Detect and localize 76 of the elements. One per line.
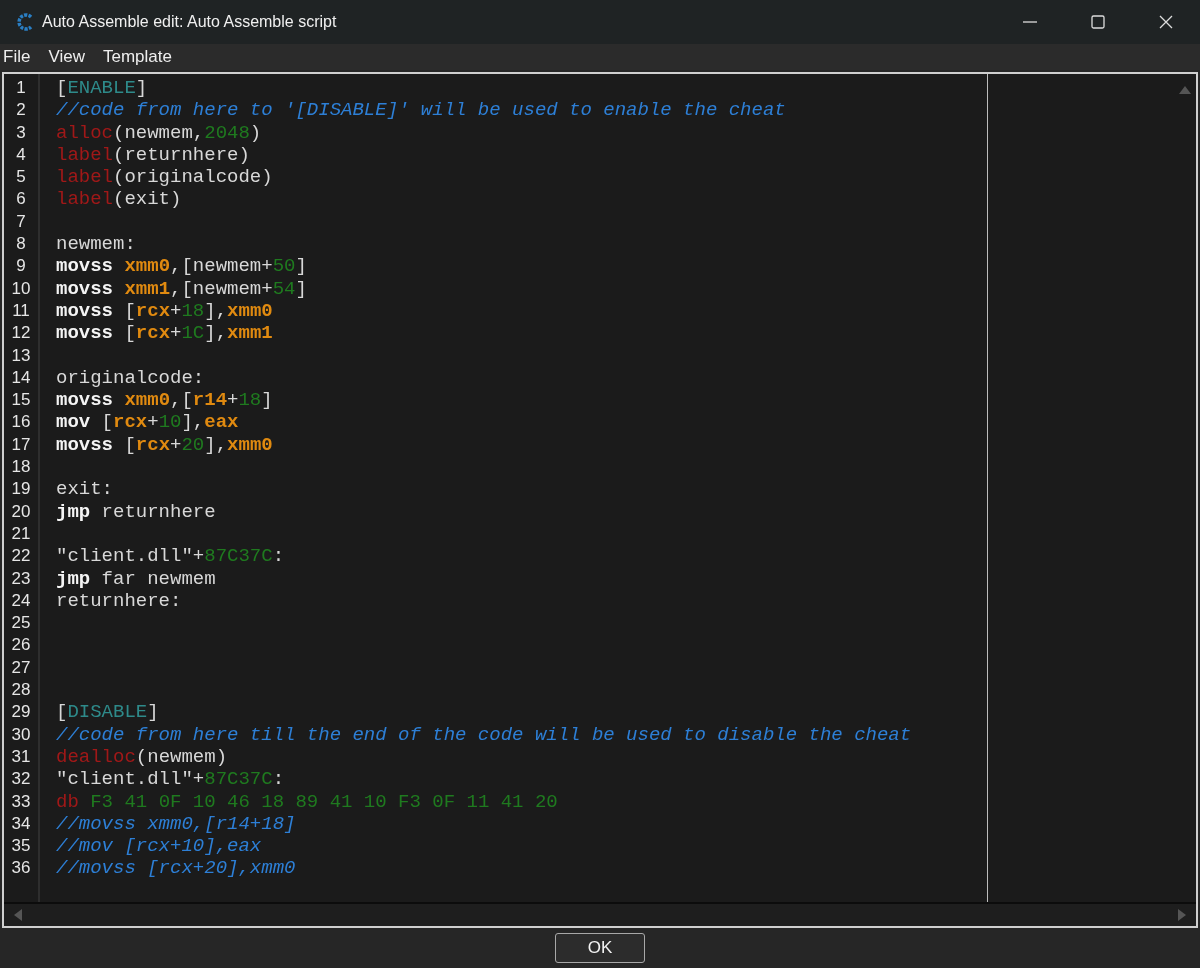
close-icon: [1158, 14, 1174, 30]
line-number: 25: [10, 612, 32, 635]
code-line: movss xmm0,[newmem+50]: [56, 255, 307, 278]
code-line: movss [rcx+18],xmm0: [56, 299, 273, 322]
line-number: 36: [10, 857, 32, 880]
line-number: 20: [10, 500, 32, 523]
code-line: mov [rcx+10],eax: [56, 411, 239, 434]
line-number: 15: [10, 389, 32, 412]
code-line: [ENABLE]: [56, 77, 148, 99]
code-line: label(exit): [56, 188, 182, 211]
line-number: 13: [10, 344, 32, 367]
line-number: 12: [10, 322, 32, 345]
code-line: db F3 41 0F 10 46 18 89 41 10 F3 0F 11 41 20: [56, 790, 558, 813]
line-number: 35: [10, 835, 32, 858]
line-number: 32: [10, 768, 32, 791]
code-line: originalcode:: [56, 366, 205, 389]
scroll-right-icon[interactable]: [1178, 909, 1186, 921]
line-number: 28: [10, 679, 32, 701]
code-line: //mov [rcx+10],eax: [56, 835, 262, 858]
line-number: 7: [15, 210, 27, 233]
code-line: //movss xmm0,[r14+18]: [56, 812, 296, 835]
code-line: movss xmm0,[r14+18]: [56, 389, 273, 412]
code-line: alloc(newmem,2048): [56, 121, 262, 144]
line-number: 27: [10, 656, 32, 679]
line-number: 8: [15, 233, 27, 256]
window-title: Auto Assemble edit: Auto Assemble script: [42, 13, 337, 31]
menu-item[interactable]: View: [44, 47, 89, 67]
line-number: 16: [10, 411, 32, 434]
scroll-up-icon[interactable]: [1179, 86, 1191, 94]
line-number: 17: [10, 433, 32, 456]
line-number: 1: [15, 77, 27, 99]
line-number: 9: [15, 255, 27, 278]
line-number: 6: [15, 188, 27, 211]
code-line: //movss [rcx+20],xmm0: [56, 857, 296, 880]
scroll-left-icon[interactable]: [14, 909, 22, 921]
line-number: 18: [10, 456, 32, 479]
line-number: 5: [15, 166, 27, 189]
maximize-icon: [1090, 14, 1106, 30]
line-number: 34: [10, 812, 32, 835]
code-line: jmp far newmem: [56, 567, 216, 590]
code-line: "client.dll"+87C37C:: [56, 545, 285, 568]
code-line: "client.dll"+87C37C:: [56, 768, 285, 791]
line-number: 19: [10, 478, 32, 501]
menu-item[interactable]: File: [0, 47, 35, 67]
code-line: //code from here till the end of the code will be used to disable the cheat: [56, 723, 912, 746]
code-line: movss [rcx+20],xmm0: [56, 433, 273, 456]
line-number: 4: [15, 143, 27, 166]
code-line: label(originalcode): [56, 166, 273, 189]
line-number: 31: [10, 745, 32, 768]
code-line: label(returnhere): [56, 143, 250, 166]
line-number: 29: [10, 701, 32, 724]
line-number: 26: [10, 634, 32, 657]
code-line: dealloc(newmem): [56, 745, 228, 768]
code-editor[interactable]: [2, 72, 1198, 928]
code-line: movss [rcx+1C],xmm1: [56, 322, 273, 345]
minimize-icon: [1023, 21, 1037, 23]
line-number: 11: [11, 299, 31, 322]
line-number: 3: [15, 121, 27, 144]
line-number: 24: [10, 589, 32, 612]
line-number: 23: [10, 567, 32, 590]
line-number: 2: [15, 99, 27, 122]
code-line: exit:: [56, 478, 113, 501]
line-number: 22: [10, 545, 32, 568]
line-number: 10: [10, 277, 32, 300]
line-number: 21: [10, 522, 32, 545]
code-line: returnhere:: [56, 589, 182, 612]
code-line: jmp returnhere: [56, 500, 216, 523]
line-number: 14: [10, 366, 32, 389]
line-number: 30: [10, 723, 32, 746]
line-number: 33: [10, 790, 32, 813]
code-line: movss xmm1,[newmem+54]: [56, 277, 307, 300]
code-line: newmem:: [56, 233, 136, 256]
ok-button[interactable]: OK: [555, 933, 645, 963]
code-line: //code from here to '[DISABLE]' will be used to enable the cheat: [56, 99, 786, 122]
code-line: [DISABLE]: [56, 701, 159, 724]
menu-item[interactable]: Template: [98, 47, 176, 67]
